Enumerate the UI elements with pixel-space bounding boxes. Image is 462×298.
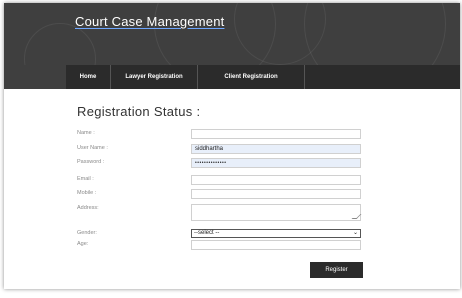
gender-selected-value: --select -- xyxy=(194,230,220,236)
address-field[interactable] xyxy=(191,204,362,221)
age-label: Age: xyxy=(77,241,89,247)
mobile-label: Mobile : xyxy=(77,190,97,196)
chevron-down-icon[interactable]: ⌄ xyxy=(353,230,358,237)
nav-client-registration[interactable]: Client Registration xyxy=(198,65,304,89)
name-label: Name : xyxy=(77,130,95,136)
email-field[interactable] xyxy=(191,175,361,185)
name-field[interactable] xyxy=(191,129,361,139)
nav-home[interactable]: Home xyxy=(66,65,110,89)
gender-label: Gender: xyxy=(77,230,97,236)
registration-form: Registration Status : Name : User Name :… xyxy=(4,89,460,289)
email-label: Email : xyxy=(77,176,94,182)
password-label: Password : xyxy=(77,159,105,165)
site-header: Court Case Management xyxy=(4,3,460,65)
header-decor-circle xyxy=(24,23,96,65)
nav-lawyer-registration[interactable]: Lawyer Registration xyxy=(111,65,197,89)
age-field[interactable] xyxy=(191,240,361,250)
resize-grip-icon[interactable] xyxy=(351,214,362,219)
nav-separator xyxy=(304,65,305,89)
browser-page: Court Case Management Home Lawyer Regist… xyxy=(4,3,460,289)
main-nav: Home Lawyer Registration Client Registra… xyxy=(66,65,460,89)
gender-select[interactable]: --select -- ⌄ xyxy=(191,229,361,238)
username-field[interactable]: siddhartha xyxy=(191,144,361,154)
page-title: Registration Status : xyxy=(77,104,201,119)
register-button[interactable]: Register xyxy=(310,262,363,278)
address-label: Address: xyxy=(77,205,99,211)
mobile-field[interactable] xyxy=(191,189,361,199)
nav-left-strip xyxy=(4,65,66,89)
password-field[interactable]: •••••••••••••• xyxy=(191,158,361,168)
site-title[interactable]: Court Case Management xyxy=(75,14,224,29)
header-decor-circle xyxy=(304,3,446,65)
username-label: User Name : xyxy=(77,145,108,151)
